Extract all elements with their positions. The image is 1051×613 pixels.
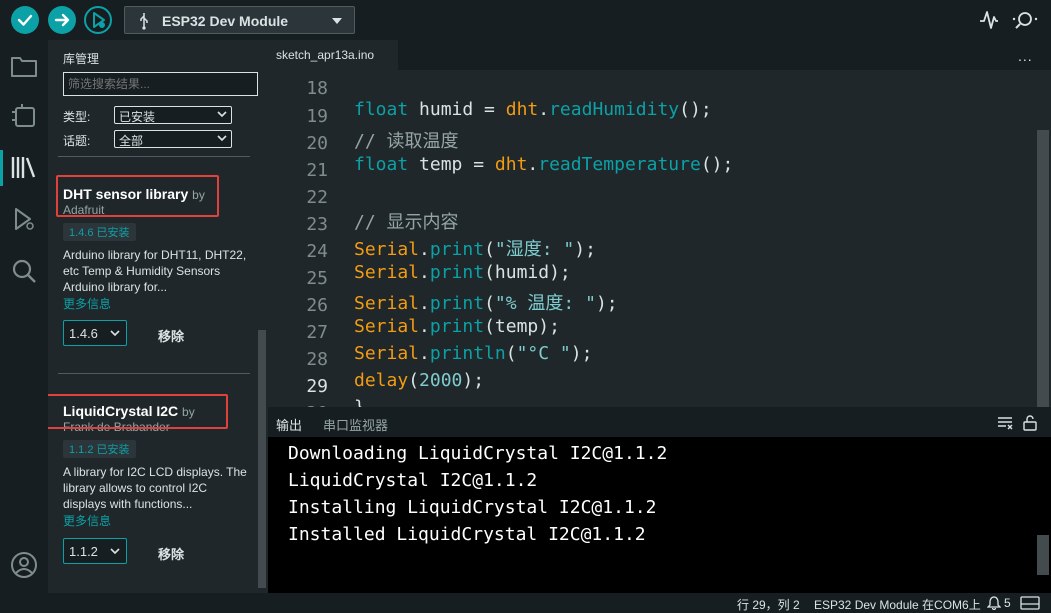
tab-serial-monitor[interactable]: 串口监视器 — [323, 415, 388, 434]
search-icon[interactable] — [10, 257, 38, 285]
chevron-down-icon — [332, 18, 342, 24]
output-line: LiquidCrystal I2C@1.1.2 — [288, 470, 538, 491]
topic-filter-value: 全部 — [119, 134, 144, 148]
code-line: 27 Serial.println("°C "); — [306, 322, 593, 364]
tab-output[interactable]: 输出 — [276, 415, 302, 434]
library-description: Arduino library for DHT11, DHT22, etc Te… — [63, 248, 247, 294]
code-line: 29 } — [306, 376, 365, 407]
output-panel: 输出 串口监视器 Downloading LiquidCrystal I2C@1… — [268, 407, 1051, 593]
board-manager-icon[interactable] — [10, 102, 38, 130]
version-select[interactable]: 1.4.6 — [63, 320, 127, 346]
serial-plotter-icon[interactable] — [979, 9, 999, 31]
editor-area: sketch_apr13a.ino ... 18 float humid = d… — [268, 40, 1051, 407]
installed-badge: 1.4.6 已安装 — [63, 223, 136, 241]
more-info-link[interactable]: 更多信息 — [63, 512, 253, 529]
library-description: A library for I2C LCD displays. The libr… — [63, 465, 247, 511]
panel-toggle-icon[interactable] — [1020, 596, 1040, 610]
cursor-position: 行 29，列 2 — [737, 598, 800, 612]
library-scrollbar[interactable] — [258, 330, 266, 588]
board-name: ESP32 Dev Module — [162, 13, 289, 29]
code-line: 23 Serial.print("湿度: "); — [306, 214, 596, 260]
code-line: 18 float humid = dht.readHumidity(); — [306, 78, 712, 120]
panel-title: 库管理 — [63, 52, 100, 66]
board-selector[interactable]: ESP32 Dev Module — [124, 6, 355, 34]
code-line: 22 // 显示内容 — [306, 187, 459, 233]
tab-sketch[interactable]: sketch_apr13a.ino — [268, 40, 398, 70]
lock-icon[interactable] — [1023, 415, 1037, 431]
code-line: 28 delay(2000); — [306, 349, 485, 391]
type-label: 类型: — [63, 110, 91, 124]
code-line: 21 — [306, 160, 328, 181]
divider — [58, 156, 250, 157]
serial-monitor-icon[interactable] — [1012, 9, 1038, 31]
output-line: Installing LiquidCrystal I2C@1.1.2 — [288, 497, 657, 518]
debug-button[interactable] — [84, 6, 112, 34]
topic-label: 话题: — [63, 134, 91, 148]
tab-label: sketch_apr13a.ino — [276, 48, 375, 62]
verify-button[interactable] — [11, 6, 39, 34]
type-filter-select[interactable]: 已安装 — [114, 106, 232, 124]
code-line: 30 — [268, 382, 1038, 407]
code-line: 19 // 读取温度 — [306, 106, 459, 152]
board-port-status: ESP32 Dev Module 在COM6上 — [814, 598, 981, 612]
code-line: 20 float temp = dht.readTemperature(); — [306, 133, 734, 175]
divider — [58, 373, 250, 374]
notification-count: 5 — [1004, 596, 1011, 610]
highlight-box — [48, 394, 228, 429]
output-tab-bar: 输出 串口监视器 — [268, 407, 1051, 437]
activity-bar — [0, 40, 48, 593]
debug-icon — [93, 12, 105, 28]
installed-badge: 1.1.2 已安装 — [63, 440, 136, 458]
chevron-down-icon — [217, 135, 227, 142]
toolbar: ESP32 Dev Module — [0, 0, 1051, 40]
library-manager-panel: 库管理 类型: 已安装 话题: 全部 DHT sensor library by… — [48, 40, 268, 593]
active-indicator — [0, 150, 3, 186]
tab-bar: sketch_apr13a.ino ... — [268, 40, 1051, 70]
status-bar: 行 29，列 2 ESP32 Dev Module 在COM6上 5 — [0, 593, 1051, 613]
output-line: Downloading LiquidCrystal I2C@1.1.2 — [288, 443, 668, 464]
output-line: Installed LiquidCrystal I2C@1.1.2 — [288, 524, 646, 545]
editor-scrollbar[interactable] — [1037, 130, 1049, 407]
arrow-right-icon — [54, 13, 70, 27]
version-select[interactable]: 1.1.2 — [63, 538, 127, 564]
topic-filter-select[interactable]: 全部 — [114, 130, 232, 148]
version-value: 1.4.6 — [69, 326, 98, 341]
usb-icon — [140, 13, 148, 30]
library-search-input[interactable] — [63, 72, 258, 96]
chevron-down-icon — [217, 111, 227, 118]
remove-button[interactable]: 移除 — [158, 326, 184, 345]
chevron-down-icon — [110, 548, 120, 555]
bell-icon[interactable] — [987, 596, 1001, 610]
upload-button[interactable] — [48, 6, 76, 34]
more-info-link[interactable]: 更多信息 — [63, 295, 253, 312]
library-manager-icon[interactable] — [10, 153, 38, 181]
account-icon[interactable] — [10, 551, 38, 579]
clear-output-icon[interactable] — [997, 416, 1013, 430]
check-icon — [17, 14, 33, 26]
folder-icon[interactable] — [10, 52, 38, 80]
more-options-button[interactable]: ... — [1018, 48, 1033, 64]
code-line: 24 Serial.print(humid); — [306, 241, 571, 283]
code-editor[interactable]: 18 float humid = dht.readHumidity(); 19 … — [268, 70, 1051, 407]
version-value: 1.1.2 — [69, 544, 98, 559]
debug-run-icon[interactable] — [10, 205, 38, 233]
highlight-box — [56, 175, 219, 217]
code-line: 25 Serial.print("% 温度: "); — [306, 268, 618, 314]
output-scrollbar[interactable] — [1037, 535, 1049, 575]
chevron-down-icon — [110, 330, 120, 337]
remove-button[interactable]: 移除 — [158, 544, 184, 563]
code-line: 26 Serial.print(temp); — [306, 295, 560, 337]
type-filter-value: 已安装 — [119, 110, 156, 124]
